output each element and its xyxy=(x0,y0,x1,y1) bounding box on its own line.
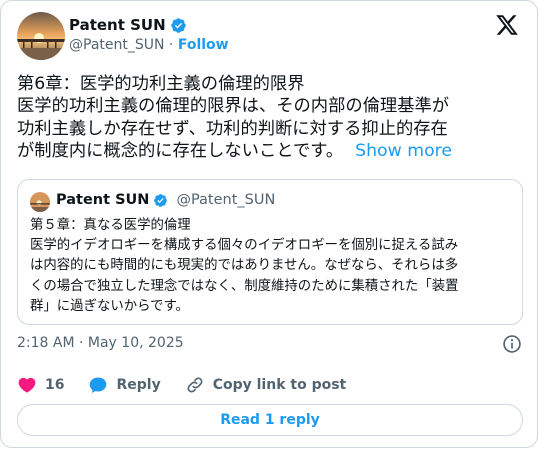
quote-text-line: は内容的にも時間的にも現実的ではありません。なぜなら、それらは多 xyxy=(30,258,459,274)
reply-button[interactable]: Reply xyxy=(88,375,161,395)
post-text: 第6章：医学的功利主義の倫理的限界 医学的功利主義の倫理的限界は、その内部の倫理… xyxy=(17,73,517,162)
read-replies-button[interactable]: Read 1 reply xyxy=(17,404,523,436)
copy-link-button[interactable]: Copy link to post xyxy=(185,375,347,395)
quote-text-line: 群」に過ぎないからです。 xyxy=(30,298,189,314)
post-text-last-line: が制度内に概念的に存在しないことです。 Show more xyxy=(17,140,517,162)
reply-label: Reply xyxy=(116,377,161,393)
quoted-post[interactable]: Patent SUN @Patent_SUN 第５章：真なる医学的倫理 医学的イ… xyxy=(17,179,523,325)
separator-dot: · xyxy=(168,37,174,53)
action-bar: 16 Reply Copy link to post xyxy=(17,373,370,397)
author-handle[interactable]: @Patent_SUN xyxy=(69,37,164,53)
verified-badge-icon xyxy=(154,193,168,207)
heart-icon xyxy=(18,377,36,393)
copy-link-label: Copy link to post xyxy=(212,377,347,393)
like-button[interactable]: 16 xyxy=(17,375,64,395)
avatar[interactable] xyxy=(17,12,65,60)
post-text-line: が制度内に概念的に存在しないことです。 xyxy=(17,140,344,161)
info-icon[interactable] xyxy=(502,334,522,354)
x-logo-icon[interactable] xyxy=(495,13,519,37)
quote-avatar xyxy=(30,192,50,212)
post-text-line: 医学的功利主義の倫理的限界は、その内部の倫理基準が xyxy=(17,96,450,117)
quote-author-name: Patent SUN xyxy=(56,192,150,208)
post-text-line: 功利主義しか存在せず、功利的判断に対する抑止的存在 xyxy=(17,118,448,139)
quote-text: 第５章：真なる医学的倫理 医学的イデオロギーを構成する個々のイデオロギーを個別に… xyxy=(30,216,512,317)
show-more-link[interactable]: Show more xyxy=(355,141,452,161)
quote-header: Patent SUN @Patent_SUN xyxy=(56,192,275,208)
post-text-line: 第6章：医学的功利主義の倫理的限界 xyxy=(17,74,305,94)
author-name[interactable]: Patent SUN xyxy=(69,16,166,34)
verified-badge-icon xyxy=(170,17,186,33)
quote-text-line: 第５章：真なる医学的倫理 xyxy=(30,218,191,233)
link-icon xyxy=(187,377,203,393)
quote-text-line: くの場合で独立した理念ではなく、制度維持のために集積された「装置 xyxy=(30,278,459,294)
like-count: 16 xyxy=(45,377,65,393)
author-name-row: Patent SUN xyxy=(69,16,187,34)
reply-bubble-icon xyxy=(90,377,107,393)
post-timestamp[interactable]: 2:18 AM · May 10, 2025 xyxy=(17,335,184,351)
post-card: Patent SUN @Patent_SUN · Follow 第6章：医学的功… xyxy=(0,0,538,448)
follow-button[interactable]: Follow xyxy=(178,37,229,53)
quote-author-handle: @Patent_SUN xyxy=(176,192,276,208)
quote-text-line: 医学的イデオロギーを構成する個々のイデオロギーを個別に捉える試み xyxy=(30,238,459,254)
author-handle-row: @Patent_SUN · Follow xyxy=(69,37,229,53)
